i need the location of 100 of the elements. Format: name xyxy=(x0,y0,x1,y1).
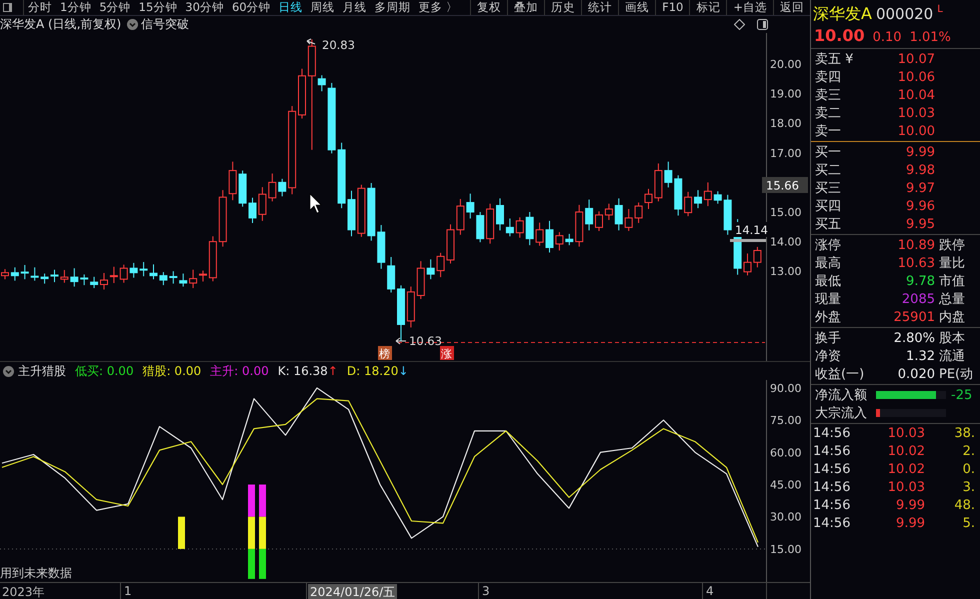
period-tab[interactable]: 更多 〉 xyxy=(414,0,462,15)
period-tab[interactable]: 15分钟 xyxy=(134,0,182,15)
candle xyxy=(150,264,158,280)
security-title: 深华发A (日线,前复权) xyxy=(0,16,122,33)
axis-label: 17.00 xyxy=(770,146,802,160)
indicator-title: 信号突破 xyxy=(141,16,190,33)
tick-volume: 3. xyxy=(962,480,975,494)
candle xyxy=(40,273,49,284)
panel-toggle-icon[interactable] xyxy=(3,3,12,12)
field-value: 9.98 xyxy=(905,162,935,178)
candle xyxy=(406,286,415,328)
candle xyxy=(624,208,633,232)
tick-price: 10.02 xyxy=(886,444,925,458)
field-value: 9.99 xyxy=(905,144,935,160)
candle xyxy=(536,222,544,246)
tick-price: 10.02 xyxy=(886,462,925,476)
candle xyxy=(130,262,138,278)
candle xyxy=(684,191,692,217)
date-label: 2024/01/26/五 xyxy=(308,584,398,599)
tick-price: 10.03 xyxy=(886,426,925,440)
field-value: 9.96 xyxy=(905,198,935,214)
field-label: 卖三 xyxy=(815,87,842,104)
field-label: 卖五 ¥ xyxy=(815,51,854,68)
candle xyxy=(714,190,722,204)
toolbar-button[interactable]: 复权 xyxy=(470,0,508,15)
tick-time: 14:56 xyxy=(813,480,852,494)
tick-time: 14:56 xyxy=(813,498,852,512)
field-value: 10.03 xyxy=(896,106,935,120)
period-tab[interactable]: 30分钟 xyxy=(181,0,228,15)
field-label: 买五 xyxy=(815,216,842,233)
field-label: 收益(一) xyxy=(815,366,866,383)
tick-volume: 0. xyxy=(962,462,975,476)
candle xyxy=(238,170,247,208)
field-label: 流通 xyxy=(939,348,965,365)
candle xyxy=(140,262,148,277)
toolbar-button[interactable]: +自选 xyxy=(726,0,773,15)
change-percent: 1.01% xyxy=(910,30,951,45)
axis-label: 18.00 xyxy=(770,117,802,130)
period-tab[interactable]: 60分钟 xyxy=(228,0,275,15)
period-tab[interactable]: 1分钟 xyxy=(56,0,96,15)
period-tab[interactable]: 多周期 xyxy=(370,0,415,15)
toolbar-button[interactable]: 历史 xyxy=(544,0,582,15)
diamond-icon[interactable] xyxy=(734,19,745,30)
candle xyxy=(516,216,524,238)
toolbar-button[interactable]: 叠加 xyxy=(507,0,544,15)
candle xyxy=(169,270,178,284)
candle xyxy=(546,220,554,254)
tick-volume: 38. xyxy=(953,426,975,440)
candle xyxy=(179,273,188,288)
candle xyxy=(338,142,346,209)
candle xyxy=(100,272,108,290)
toolbar-button[interactable]: F10 xyxy=(655,0,690,15)
candle xyxy=(50,269,58,283)
candle xyxy=(159,272,168,286)
dropdown-icon[interactable] xyxy=(3,366,14,376)
period-tab[interactable]: 分时 xyxy=(24,0,56,15)
field-label: 总量 xyxy=(939,291,965,308)
period-tab[interactable]: 5分钟 xyxy=(95,0,135,15)
trend-arrow: ↑ xyxy=(328,364,338,378)
candle xyxy=(526,212,534,246)
period-tab[interactable]: 月线 xyxy=(338,0,371,15)
axis-label: 20.00 xyxy=(770,58,802,71)
toolbar-button[interactable]: 标记 xyxy=(689,0,726,15)
candle xyxy=(90,276,98,289)
toolbar-button[interactable]: 统计 xyxy=(581,0,618,15)
price-tag: 14.14 xyxy=(733,222,768,237)
field-label: 净资 xyxy=(815,348,842,365)
axis-label: 90.00 xyxy=(770,382,802,395)
candle xyxy=(634,202,643,224)
current-price-badge: 15.66 xyxy=(762,177,808,193)
field-label: 净流入额 xyxy=(815,387,868,404)
field-label: 最高 xyxy=(815,255,842,272)
axis-label: 15.00 xyxy=(770,542,802,556)
period-tab[interactable]: 周线 xyxy=(306,0,339,15)
dropdown-icon[interactable] xyxy=(127,19,138,30)
toolbar-button[interactable]: 返回 xyxy=(773,0,810,15)
candle xyxy=(357,184,366,238)
candle xyxy=(575,204,584,248)
field-label: 换手 xyxy=(815,330,842,347)
axis-label: 30.00 xyxy=(770,510,802,524)
candle xyxy=(436,252,445,278)
axis-label: 19.00 xyxy=(770,88,802,101)
field-label: 卖二 xyxy=(815,105,842,122)
candle xyxy=(555,232,564,251)
field-value: 10.04 xyxy=(896,88,935,102)
candle xyxy=(654,162,662,202)
tick-volume: 48. xyxy=(953,498,975,512)
candle xyxy=(328,82,336,154)
date-label: 3 xyxy=(481,584,491,598)
toolbar-button[interactable]: 画线 xyxy=(618,0,656,15)
field-label: 大宗流入 xyxy=(815,405,868,422)
candle xyxy=(506,218,514,237)
candle xyxy=(744,252,752,276)
period-tab[interactable]: 日线 xyxy=(274,0,307,15)
arrow-icon xyxy=(396,338,406,344)
field-label: 内盘 xyxy=(939,309,965,326)
field-label: 买四 xyxy=(815,198,842,215)
panel-icon[interactable] xyxy=(757,19,768,30)
field-value: 1.32 xyxy=(905,348,935,364)
candle xyxy=(80,274,88,286)
